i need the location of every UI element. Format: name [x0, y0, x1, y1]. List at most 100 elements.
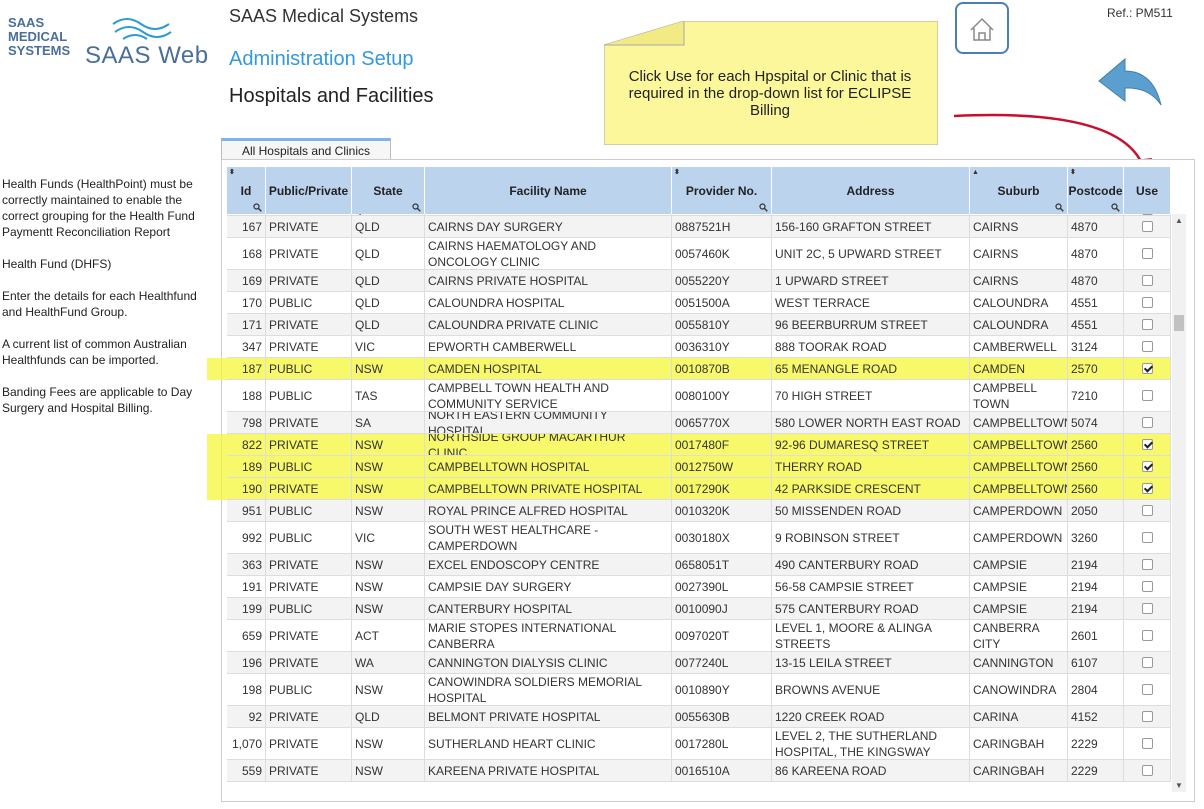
scroll-thumb[interactable] [1174, 315, 1184, 331]
use-checkbox[interactable] [1141, 390, 1153, 401]
table-row[interactable]: 169 PRIVATE QLD CAIRNS PRIVATE HOSPITAL 0055… [227, 270, 1171, 292]
cell-state: NSW [352, 478, 425, 499]
table-row[interactable]: 198 PUBLIC NSW CANOWINDRA SOLDIERS MEMORIAL… [227, 674, 1171, 706]
cell-address: 888 TOORAK ROAD [772, 336, 970, 357]
cell-provider-no: 0010890Y [672, 674, 772, 705]
cell-provider-no: 0027390L [672, 576, 772, 597]
table-row[interactable]: 363 PRIVATE NSW EXCEL ENDOSCOPY CENTRE 06580… [227, 554, 1171, 576]
use-cell [1124, 238, 1171, 269]
use-checkbox[interactable] [1141, 275, 1153, 286]
use-checkbox[interactable] [1141, 630, 1153, 641]
use-cell [1124, 358, 1171, 379]
cell-provider-no: 0050230T [672, 214, 772, 215]
table-row[interactable]: 347 PRIVATE VIC EPWORTH CAMBERWELL 0036310Y 8… [227, 336, 1171, 358]
table-row[interactable]: 191 PRIVATE NSW CAMPSIE DAY SURGERY 0027390L… [227, 576, 1171, 598]
magnifier-icon[interactable] [759, 203, 768, 212]
use-checkbox[interactable] [1141, 319, 1153, 330]
column-header-public-private[interactable]: Public/Private [266, 167, 352, 214]
cell-postcode: 4870 [1068, 214, 1124, 215]
scroll-down-icon[interactable]: ▼ [1175, 781, 1183, 790]
use-checkbox[interactable] [1141, 505, 1153, 516]
table-row[interactable]: 1,070 PRIVATE NSW SUTHERLAND HEART CLINIC 00… [227, 728, 1171, 760]
table-row[interactable]: 798 PRIVATE SA NORTH EASTERN COMMUNITY HOSP… [227, 412, 1171, 434]
table-row[interactable]: 187 PUBLIC NSW CAMDEN HOSPITAL 0010870B 65 ME… [227, 358, 1171, 380]
sort-arrows-icon[interactable]: ▲ [972, 169, 979, 176]
column-header-suburb[interactable]: Suburb ▲ [970, 167, 1068, 214]
use-checkbox[interactable] [1141, 738, 1153, 749]
cell-state: TAS [352, 380, 425, 411]
column-header-provider-no[interactable]: Provider No. ⬍ [672, 167, 772, 214]
table-row[interactable]: 171 PRIVATE QLD CALOUNDRA PRIVATE CLINIC 005… [227, 314, 1171, 336]
cell-id: 171 [227, 314, 266, 335]
table-row[interactable]: 822 PRIVATE NSW NORTHSIDE GROUP MACARTHUR C… [227, 434, 1171, 456]
home-button[interactable] [955, 2, 1009, 54]
page-ref: Ref.: PM511 [1107, 6, 1173, 20]
magnifier-icon[interactable] [1111, 203, 1120, 212]
table-row[interactable]: 92 PRIVATE QLD BELMONT PRIVATE HOSPITAL 0055… [227, 706, 1171, 728]
use-checkbox[interactable] [1141, 248, 1153, 259]
use-checkbox[interactable] [1141, 483, 1153, 494]
cell-address: UNIT 2C, 5 UPWARD STREET [772, 238, 970, 269]
use-checkbox[interactable] [1141, 214, 1153, 215]
use-checkbox[interactable] [1141, 221, 1153, 232]
table-row[interactable]: 199 PUBLIC NSW CANTERBURY HOSPITAL 0010090J 5… [227, 598, 1171, 620]
use-checkbox[interactable] [1141, 439, 1153, 450]
column-header-id[interactable]: Id ⬍ [227, 167, 266, 214]
table-row[interactable]: 168 PRIVATE QLD CAIRNS HAEMATOLOGY AND ONCO… [227, 238, 1171, 270]
use-checkbox[interactable] [1141, 363, 1153, 374]
cell-postcode: 2194 [1068, 554, 1124, 575]
page-subtitle-link[interactable]: Administration Setup [229, 48, 414, 71]
tab-all-hospitals[interactable]: All Hospitals and Clinics [221, 138, 391, 160]
use-checkbox[interactable] [1141, 711, 1153, 722]
table-row[interactable]: 167 PRIVATE QLD CAIRNS DAY SURGERY 0887521H 1… [227, 216, 1171, 238]
sort-arrows-icon[interactable]: ⬍ [1070, 169, 1076, 176]
help-paragraph: Health Fund (DHFS) [2, 257, 112, 271]
table-row[interactable]: 559 PRIVATE NSW KAREENA PRIVATE HOSPITAL 001… [227, 760, 1171, 782]
use-checkbox[interactable] [1141, 603, 1153, 614]
sort-arrows-icon[interactable]: ⬍ [229, 169, 235, 176]
magnifier-icon[interactable] [1055, 203, 1064, 212]
app-title: SAAS Medical Systems [229, 6, 419, 26]
use-checkbox[interactable] [1141, 297, 1153, 308]
magnifier-icon[interactable] [412, 203, 421, 212]
cell-postcode: 6107 [1068, 652, 1124, 673]
table-row[interactable]: 188 PUBLIC TAS CAMPBELL TOWN HEALTH AND COM… [227, 380, 1171, 412]
use-cell [1124, 434, 1171, 455]
use-checkbox[interactable] [1141, 532, 1153, 543]
back-arrow-icon[interactable] [1095, 55, 1165, 110]
use-checkbox[interactable] [1141, 765, 1153, 776]
table-row[interactable]: 992 PUBLIC VIC SOUTH WEST HEALTHCARE - CAMP… [227, 522, 1171, 554]
cell-suburb: CANBERRA CITY [970, 620, 1068, 651]
grid-scrollbar[interactable]: ▲ ▼ [1172, 214, 1186, 792]
table-row[interactable]: 190 PRIVATE NSW CAMPBELLTOWN PRIVATE HOSPIT… [227, 478, 1171, 500]
table-row[interactable]: 951 PUBLIC NSW ROYAL PRINCE ALFRED HOSPITAL… [227, 500, 1171, 522]
use-checkbox[interactable] [1141, 581, 1153, 592]
table-row[interactable]: 196 PRIVATE WA CANNINGTON DIALYSIS CLINIC 00… [227, 652, 1171, 674]
use-checkbox[interactable] [1141, 559, 1153, 570]
scroll-up-icon[interactable]: ▲ [1175, 216, 1183, 225]
use-checkbox[interactable] [1141, 461, 1153, 472]
magnifier-icon[interactable] [253, 203, 262, 212]
cell-state: WA [352, 652, 425, 673]
callout-note-text: Click Use for each Hpspital or Clinic th… [628, 68, 912, 119]
column-header-address[interactable]: Address [772, 167, 970, 214]
column-header-postcode[interactable]: Postcode ⬍ [1068, 167, 1124, 214]
cell-suburb: CAMPBELLTOWN [970, 456, 1068, 477]
cell-facility-name: EPWORTH CAMBERWELL [425, 336, 672, 357]
cell-provider-no: 0077240L [672, 652, 772, 673]
column-header-facility-name[interactable]: Facility Name [425, 167, 672, 214]
table-row[interactable]: 189 PUBLIC NSW CAMPBELLTOWN HOSPITAL 0012750… [227, 456, 1171, 478]
use-checkbox[interactable] [1141, 417, 1153, 428]
use-checkbox[interactable] [1141, 341, 1153, 352]
column-header-use[interactable]: Use [1124, 167, 1171, 214]
cell-state: QLD [352, 706, 425, 727]
column-header-state[interactable]: State [352, 167, 425, 214]
table-row[interactable]: 659 PRIVATE ACT MARIE STOPES INTERNATIONAL … [227, 620, 1171, 652]
cell-postcode: 2560 [1068, 478, 1124, 499]
cell-public-private: PRIVATE [266, 620, 352, 651]
table-row[interactable]: 170 PUBLIC QLD CALOUNDRA HOSPITAL 0051500A WE… [227, 292, 1171, 314]
sort-arrows-icon[interactable]: ⬍ [674, 169, 680, 176]
cell-state: VIC [352, 336, 425, 357]
use-checkbox[interactable] [1141, 657, 1153, 668]
use-checkbox[interactable] [1141, 684, 1153, 695]
